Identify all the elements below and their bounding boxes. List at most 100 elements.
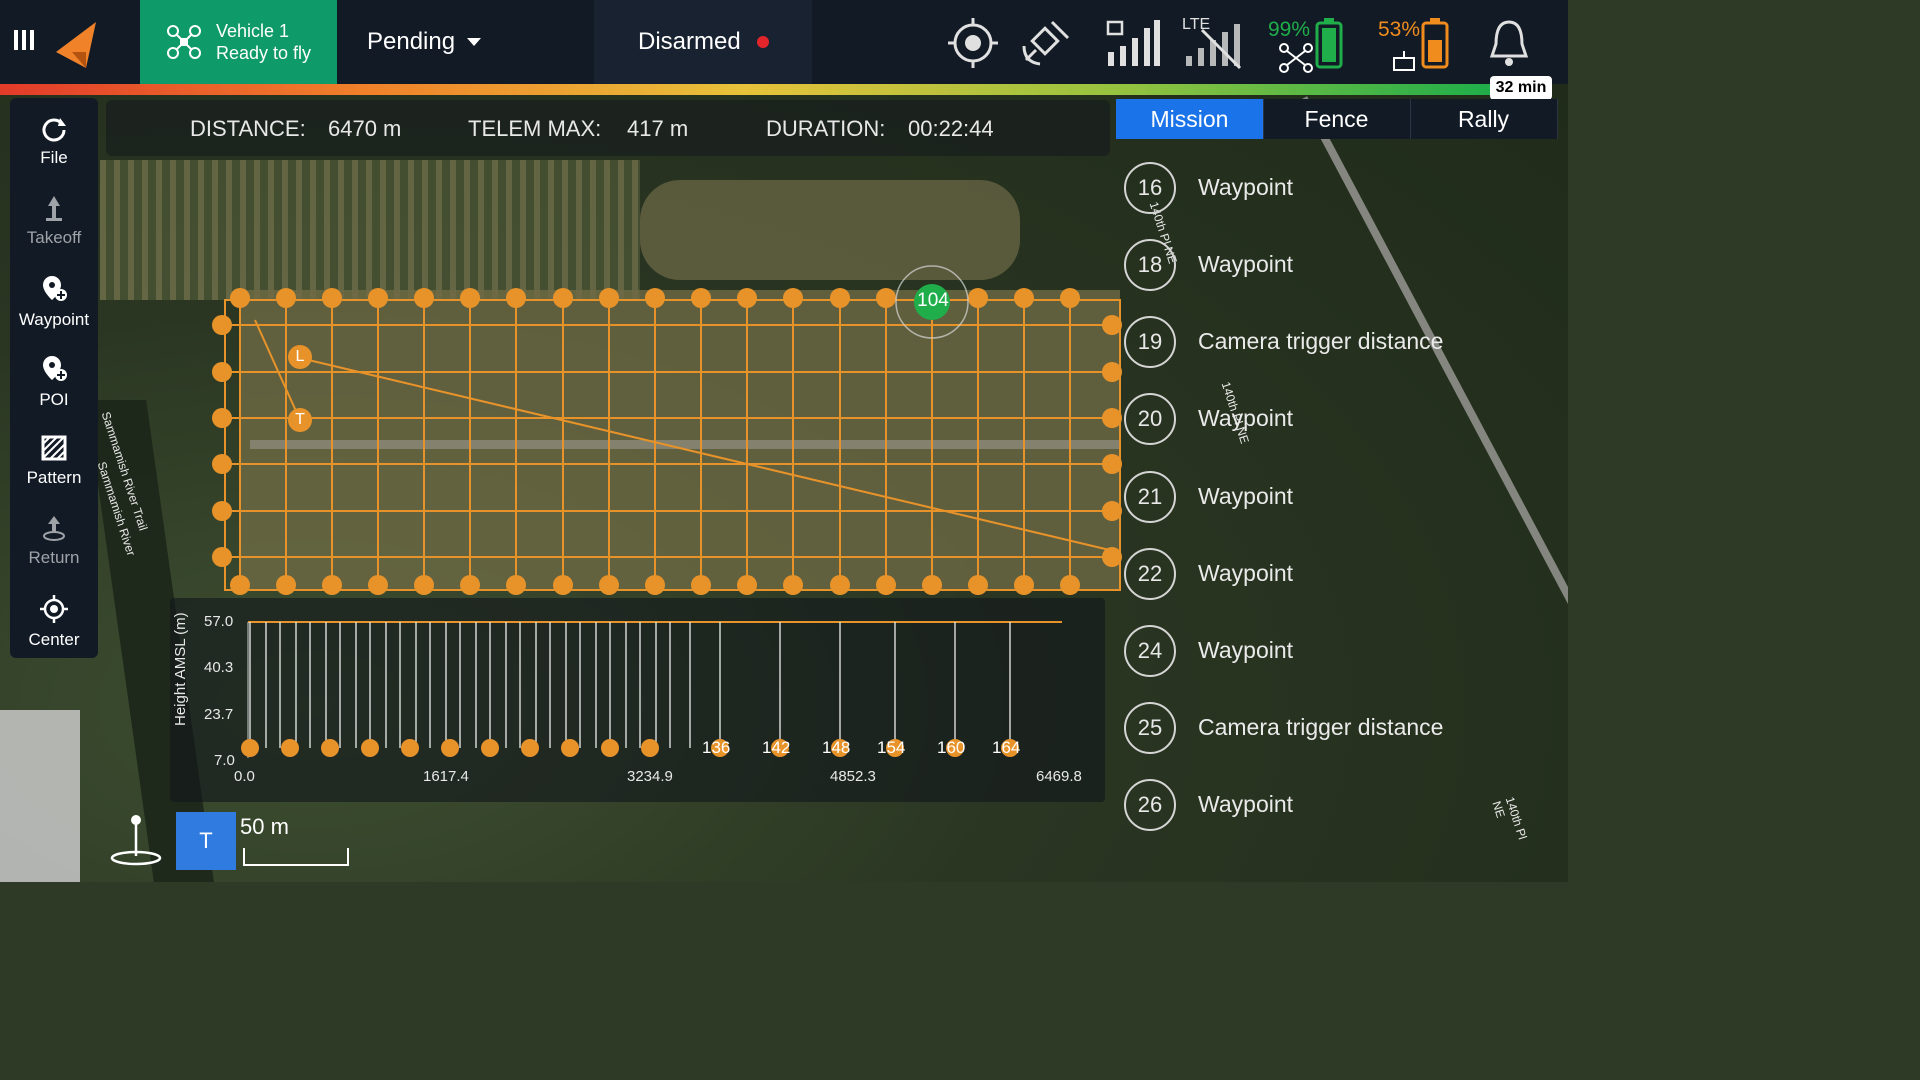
x-tick: 0.0	[234, 768, 255, 785]
add-poi-icon	[43, 356, 67, 381]
y-tick: 7.0	[214, 752, 235, 769]
mission-item-number: 21	[1124, 471, 1176, 523]
mission-item-label: Camera trigger distance	[1198, 328, 1444, 354]
add-waypoint-icon	[43, 276, 67, 301]
y-tick: 23.7	[204, 706, 234, 723]
duration-value: 00:22:44	[908, 116, 994, 141]
waypoint-button[interactable]: Waypoint	[10, 262, 98, 338]
mission-item-number: 19	[1124, 316, 1176, 368]
return-label: Return	[28, 548, 80, 567]
vehicle-status: Ready to fly	[216, 43, 312, 63]
tab-rally[interactable]: Rally	[1410, 99, 1558, 139]
controller-battery-percent: 53%	[1378, 18, 1421, 41]
poi-label: POI	[39, 390, 69, 409]
poi-button[interactable]: POI	[10, 342, 98, 418]
mission-item[interactable]: 25 Camera trigger distance	[1116, 692, 1558, 762]
pattern-button[interactable]: Pattern	[10, 422, 98, 498]
planned-home-icon[interactable]	[106, 812, 166, 870]
mission-item-number: 16	[1124, 162, 1176, 214]
controller-battery-icon[interactable]	[1420, 16, 1450, 70]
satellite-icon[interactable]	[1018, 16, 1074, 70]
mission-item[interactable]: 18 Waypoint	[1116, 229, 1558, 299]
mission-item[interactable]: 21 Waypoint	[1116, 461, 1558, 531]
drone-battery-percent: 99%	[1268, 18, 1311, 41]
return-home-icon	[43, 516, 65, 541]
app-logo-icon[interactable]	[52, 18, 100, 70]
notification-bell-icon[interactable]	[1486, 16, 1532, 70]
mission-item-number: 25	[1124, 702, 1176, 754]
tab-mission[interactable]: Mission	[1116, 99, 1264, 139]
telem-value: 417 m	[627, 116, 689, 141]
vehicle-status-panel[interactable]: Vehicle 1 Ready to fly	[140, 0, 337, 84]
drone-icon	[167, 25, 201, 59]
center-button[interactable]: Center	[10, 582, 98, 658]
menu-icon[interactable]	[8, 20, 40, 60]
mission-item[interactable]: 24 Waypoint	[1116, 615, 1558, 685]
arm-status[interactable]: Disarmed	[594, 0, 812, 84]
map-scale-label: 50 m	[240, 814, 289, 839]
duration-label: DURATION:	[766, 116, 886, 141]
mission-item[interactable]: 20 Waypoint	[1116, 383, 1558, 453]
controller-small-icon	[1393, 51, 1415, 71]
vehicle-name: Vehicle 1	[216, 21, 290, 41]
lte-signal-icon[interactable]	[1182, 16, 1242, 70]
center-label: Center	[28, 630, 80, 649]
x-tick: 1617.4	[423, 768, 469, 785]
plan-tabs: Mission Fence Rally	[1116, 99, 1558, 139]
x-tick: 4852.3	[830, 768, 876, 785]
tab-fence[interactable]: Fence	[1263, 99, 1411, 139]
elevation-marker-label: 142	[762, 738, 791, 757]
mission-item-label: Waypoint	[1198, 791, 1294, 817]
mission-item-label: Waypoint	[1198, 483, 1294, 509]
mission-stats: DISTANCE: 6470 m TELEM MAX: 417 m DURATI…	[106, 100, 1110, 156]
mission-item-number: 18	[1124, 239, 1176, 291]
map-scale-bar	[243, 848, 349, 866]
y-tick: 57.0	[204, 613, 234, 630]
rc-signal-icon[interactable]	[1104, 16, 1162, 70]
mission-item-label: Camera trigger distance	[1198, 714, 1444, 740]
telem-label: TELEM MAX:	[468, 116, 602, 141]
mission-item-number: 22	[1124, 548, 1176, 600]
pattern-icon	[41, 435, 67, 461]
mission-item-number: 20	[1124, 393, 1176, 445]
flight-mode-dropdown[interactable]: Pending	[337, 0, 594, 84]
elevation-marker-label: 136	[702, 738, 731, 757]
arm-status-label: Disarmed	[638, 28, 741, 55]
file-button[interactable]: File	[10, 102, 98, 178]
drone-battery-icon[interactable]	[1314, 16, 1344, 70]
takeoff-icon	[46, 196, 62, 221]
mission-item-number: 24	[1124, 625, 1176, 677]
vehicle-marker-button[interactable]: T	[176, 812, 236, 870]
pattern-label: Pattern	[26, 468, 82, 487]
crosshair-icon	[40, 595, 68, 623]
arm-status-dot	[756, 36, 769, 48]
waypoint-label: Waypoint	[18, 310, 90, 329]
mission-item-label: Waypoint	[1198, 174, 1294, 200]
return-button[interactable]: Return	[10, 502, 98, 578]
takeoff-button[interactable]: Takeoff	[10, 182, 98, 258]
distance-label: DISTANCE:	[190, 116, 306, 141]
elevation-y-label: Height AMSL (m)	[172, 612, 189, 726]
mission-item[interactable]: 26 Waypoint	[1116, 769, 1558, 839]
mission-item-label: Waypoint	[1198, 560, 1294, 586]
takeoff-marker[interactable]: T	[288, 408, 312, 432]
elevation-marker-label: 148	[822, 738, 851, 757]
mission-item[interactable]: 19 Camera trigger distance	[1116, 306, 1558, 376]
elevation-profile: Height AMSL (m) 57.0 40.3 23.7 7.0 0.0 1…	[170, 598, 1105, 802]
distance-value: 6470 m	[328, 116, 402, 141]
mission-item-number: 26	[1124, 779, 1176, 831]
mission-item-label: Waypoint	[1198, 637, 1294, 663]
takeoff-label: Takeoff	[26, 228, 82, 247]
elevation-marker-label: 154	[877, 738, 906, 757]
launch-marker[interactable]: L	[288, 345, 312, 369]
gps-icon[interactable]	[944, 16, 1002, 70]
sync-icon	[42, 118, 66, 142]
current-waypoint-label[interactable]: 104	[913, 290, 953, 312]
mission-item[interactable]: 16 Waypoint	[1116, 152, 1558, 222]
mission-item[interactable]: 22 Waypoint	[1116, 538, 1558, 608]
top-toolbar: Vehicle 1 Ready to fly Pending Disarmed …	[0, 0, 1568, 84]
file-label: File	[40, 148, 68, 167]
chevron-down-icon	[467, 38, 482, 46]
flight-mode-label: Pending	[367, 28, 456, 55]
y-tick: 40.3	[204, 659, 234, 676]
